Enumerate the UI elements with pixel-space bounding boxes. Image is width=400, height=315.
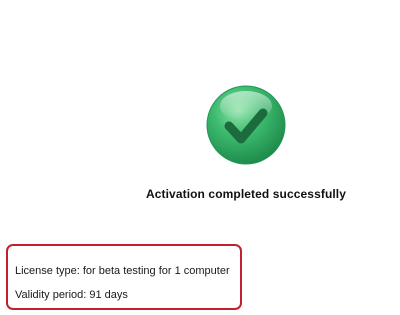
success-checkmark-icon xyxy=(205,84,287,166)
license-info-panel: License type: for beta testing for 1 com… xyxy=(6,244,242,310)
validity-period-text: Validity period: 91 days xyxy=(15,289,128,301)
license-type-text: License type: for beta testing for 1 com… xyxy=(15,265,230,277)
activation-status-message: Activation completed successfully xyxy=(145,187,347,201)
